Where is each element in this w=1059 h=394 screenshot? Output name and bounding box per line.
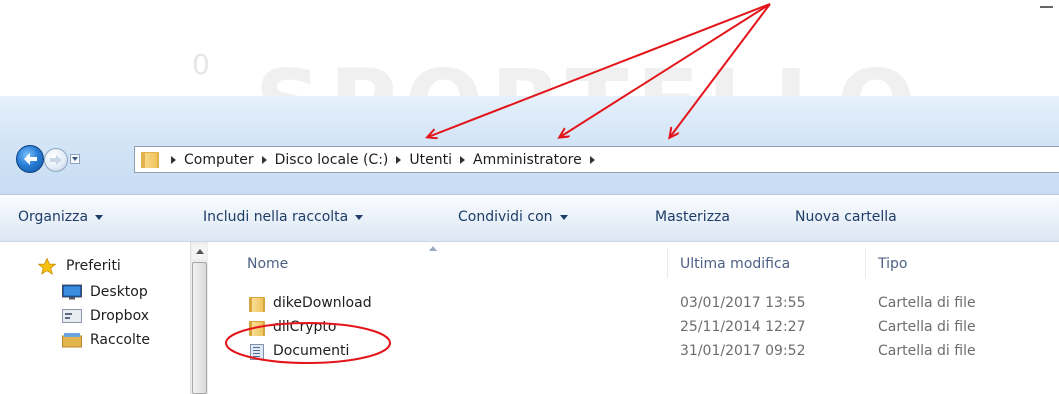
scroll-thumb[interactable] xyxy=(192,262,207,394)
library-icon xyxy=(62,332,82,348)
navigation-row: Computer Disco locale (C:) Utenti Ammini… xyxy=(0,142,1059,176)
file-row[interactable]: dikeDownload 03/01/2017 13:55 Cartella d… xyxy=(210,292,1059,316)
folder-icon xyxy=(141,152,159,168)
recent-pages-button[interactable] xyxy=(70,154,80,164)
include-label: Includi nella raccolta xyxy=(203,209,349,225)
column-divider[interactable] xyxy=(865,248,866,278)
burn-button[interactable]: Masterizza xyxy=(655,209,730,225)
breadcrumb-arrow-icon[interactable] xyxy=(589,155,595,164)
breadcrumb-users[interactable]: Utenti xyxy=(409,152,452,168)
file-modified: 03/01/2017 13:55 xyxy=(680,295,806,311)
file-row[interactable]: dllCrypto 25/11/2014 12:27 Cartella di f… xyxy=(210,316,1059,340)
file-row[interactable]: Documenti 31/01/2017 09:52 Cartella di f… xyxy=(210,340,1059,364)
desktop-icon xyxy=(62,284,82,300)
file-name: dikeDownload xyxy=(273,295,372,311)
breadcrumb-arrow-icon[interactable] xyxy=(460,155,465,164)
organize-label: Organizza xyxy=(18,209,89,225)
burn-label: Masterizza xyxy=(655,209,730,225)
breadcrumb-administrator[interactable]: Amministratore xyxy=(473,152,582,168)
new-folder-label: Nuova cartella xyxy=(795,209,897,225)
folder-icon xyxy=(249,296,265,312)
dropbox-icon xyxy=(62,308,82,324)
nav-item-dropbox[interactable]: Dropbox xyxy=(62,304,149,328)
organize-button[interactable]: Organizza xyxy=(18,209,104,225)
chevron-down-icon xyxy=(95,214,104,220)
back-arrow-icon xyxy=(24,153,37,165)
window-chrome: Computer Disco locale (C:) Utenti Ammini… xyxy=(0,96,1059,194)
file-modified: 31/01/2017 09:52 xyxy=(680,343,806,359)
file-name: dllCrypto xyxy=(273,319,337,335)
file-type: Cartella di file xyxy=(878,295,976,311)
nav-item-libraries[interactable]: Raccolte xyxy=(62,328,150,352)
file-name: Documenti xyxy=(273,343,350,359)
documents-folder-icon xyxy=(249,344,265,360)
file-type: Cartella di file xyxy=(878,343,976,359)
breadcrumb-arrow-icon[interactable] xyxy=(261,155,267,164)
back-button[interactable] xyxy=(16,145,44,173)
new-folder-button[interactable]: Nuova cartella xyxy=(795,209,897,225)
watermark-zero: 0 xyxy=(192,48,210,81)
file-type: Cartella di file xyxy=(878,319,976,335)
breadcrumb-local-disk[interactable]: Disco locale (C:) xyxy=(275,152,389,168)
address-bar[interactable]: Computer Disco locale (C:) Utenti Ammini… xyxy=(134,146,1059,173)
forward-arrow-icon xyxy=(50,155,62,165)
chevron-down-icon xyxy=(559,214,568,220)
star-icon xyxy=(37,257,58,275)
sort-ascending-icon xyxy=(429,246,437,251)
breadcrumb-arrow-icon[interactable] xyxy=(171,155,176,164)
breadcrumb-computer[interactable]: Computer xyxy=(184,152,254,168)
navigation-pane: Preferiti Desktop Dropbox Raccolte xyxy=(0,242,208,394)
column-header-type[interactable]: Tipo xyxy=(878,256,907,272)
breadcrumb: Computer Disco locale (C:) Utenti Ammini… xyxy=(163,147,603,172)
forward-button[interactable] xyxy=(44,148,68,172)
nav-item-label: Preferiti xyxy=(66,258,121,274)
column-header-name[interactable]: Nome xyxy=(247,256,288,272)
column-divider[interactable] xyxy=(667,248,668,278)
content-area: Preferiti Desktop Dropbox Raccolte Nome … xyxy=(0,242,1059,394)
column-header-modified[interactable]: Ultima modifica xyxy=(680,256,790,272)
scroll-up-button[interactable] xyxy=(192,244,207,259)
include-in-library-button[interactable]: Includi nella raccolta xyxy=(203,209,364,225)
chevron-down-icon xyxy=(355,214,364,220)
nav-item-favorites[interactable]: Preferiti xyxy=(37,254,121,278)
nav-item-desktop[interactable]: Desktop xyxy=(62,280,148,304)
folder-icon xyxy=(249,320,265,336)
share-with-button[interactable]: Condividi con xyxy=(458,209,568,225)
nav-item-label: Raccolte xyxy=(90,332,150,348)
command-bar: Organizza Includi nella raccolta Condivi… xyxy=(0,194,1059,242)
file-modified: 25/11/2014 12:27 xyxy=(680,319,806,335)
explorer-window: Computer Disco locale (C:) Utenti Ammini… xyxy=(0,96,1059,394)
nav-item-label: Dropbox xyxy=(90,308,149,324)
nav-pane-scrollbar[interactable] xyxy=(190,242,208,394)
share-label: Condividi con xyxy=(458,209,553,225)
nav-item-label: Desktop xyxy=(90,284,148,300)
file-list: Nome Ultima modifica Tipo dikeDownload 0… xyxy=(210,242,1059,394)
breadcrumb-arrow-icon[interactable] xyxy=(396,155,402,164)
